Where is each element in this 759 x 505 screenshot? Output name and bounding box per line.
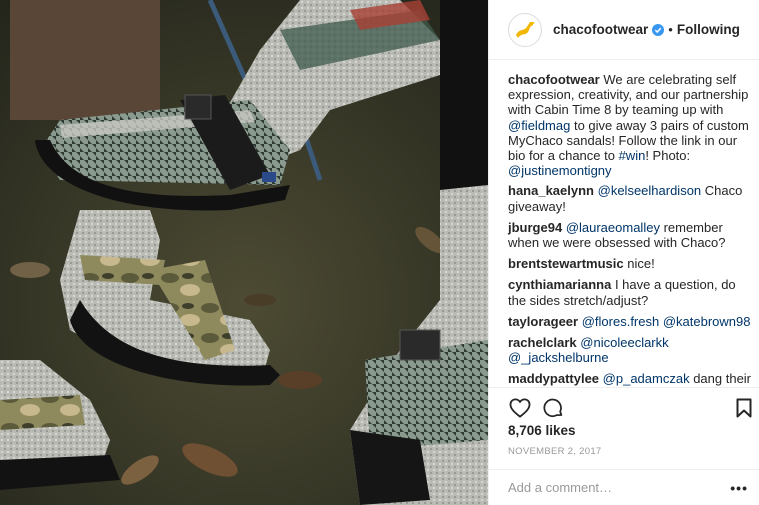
comment-mention-link[interactable]: @lauraeomalley [566, 220, 660, 235]
more-options-button[interactable]: ••• [730, 480, 748, 496]
comment-item: taylorageer @flores.fresh @katebrown98 [508, 314, 752, 329]
comment-item: hana_kaelynn @kelseelhardison Chaco give… [508, 183, 752, 213]
verified-badge-icon [652, 23, 665, 36]
comment-item: cynthiamarianna I have a question, do th… [508, 277, 752, 307]
caption-username[interactable]: chacofootwear [508, 72, 600, 87]
chaco-logo-icon[interactable] [508, 12, 542, 47]
comment-mention-link[interactable]: @kelseelhardison [598, 183, 702, 198]
post-author-username[interactable]: chacofootwear [553, 22, 648, 37]
caption-mention-link[interactable]: @fieldmag [508, 118, 570, 133]
comment-input[interactable] [508, 480, 731, 495]
post-side-panel: chacofootwear • Following chacofootwear … [488, 0, 759, 505]
caption-mention-link[interactable]: #win [619, 148, 646, 163]
post-actions-bar [489, 387, 759, 425]
comment-username[interactable]: hana_kaelynn [508, 183, 594, 198]
comment-mention-link[interactable]: @flores.fresh [582, 314, 660, 329]
comment-item: rachelclark @nicoleeclarkk @_jackshelbur… [508, 335, 752, 365]
post-caption: chacofootwear We are celebrating self ex… [508, 72, 752, 178]
comment-mention-link[interactable]: @nicoleeclarkk [580, 335, 668, 350]
comment-text: nice! [627, 256, 655, 272]
pant-leg [10, 0, 160, 120]
comment-button[interactable] [541, 396, 565, 420]
comment-mention-link[interactable]: @katebrown98 [663, 314, 751, 329]
header-separator: • [668, 22, 673, 37]
comment-username[interactable]: jburge94 [508, 220, 562, 235]
comment-item: brentstewartmusic nice! [508, 256, 752, 271]
caption-mention-link[interactable]: @justinemontigny [508, 163, 612, 178]
heart-icon [509, 398, 531, 418]
comment-username[interactable]: rachelclark [508, 335, 577, 350]
bookmark-icon [736, 398, 752, 418]
add-comment-bar: ••• [489, 469, 759, 505]
comments-list[interactable]: chacofootwear We are celebrating self ex… [489, 60, 759, 387]
speech-bubble-icon [543, 398, 562, 417]
post-photo-image [0, 0, 488, 505]
comment-mention-link[interactable]: @_jackshelburne [508, 350, 609, 365]
comment-item: jburge94 @lauraeomalley remember when we… [508, 220, 752, 250]
post-header: chacofootwear • Following [489, 0, 759, 60]
post-timestamp[interactable]: NOVEMBER 2, 2017 [508, 446, 602, 457]
likes-count[interactable]: 8,706 likes [508, 423, 576, 438]
comment-username[interactable]: maddypattylee [508, 371, 599, 386]
comment-username[interactable]: cynthiamarianna [508, 277, 611, 292]
save-button[interactable] [732, 396, 756, 420]
comment-username[interactable]: taylorageer [508, 314, 578, 329]
comment-item: maddypattylee @p_adamczak dang their fee… [508, 371, 752, 387]
post-photo[interactable] [0, 0, 488, 505]
following-button[interactable]: Following [677, 22, 740, 37]
caption-text: ! Photo: [645, 148, 691, 164]
comment-username[interactable]: brentstewartmusic [508, 256, 624, 271]
comment-mention-link[interactable]: @p_adamczak [603, 371, 690, 386]
like-button[interactable] [508, 396, 532, 420]
